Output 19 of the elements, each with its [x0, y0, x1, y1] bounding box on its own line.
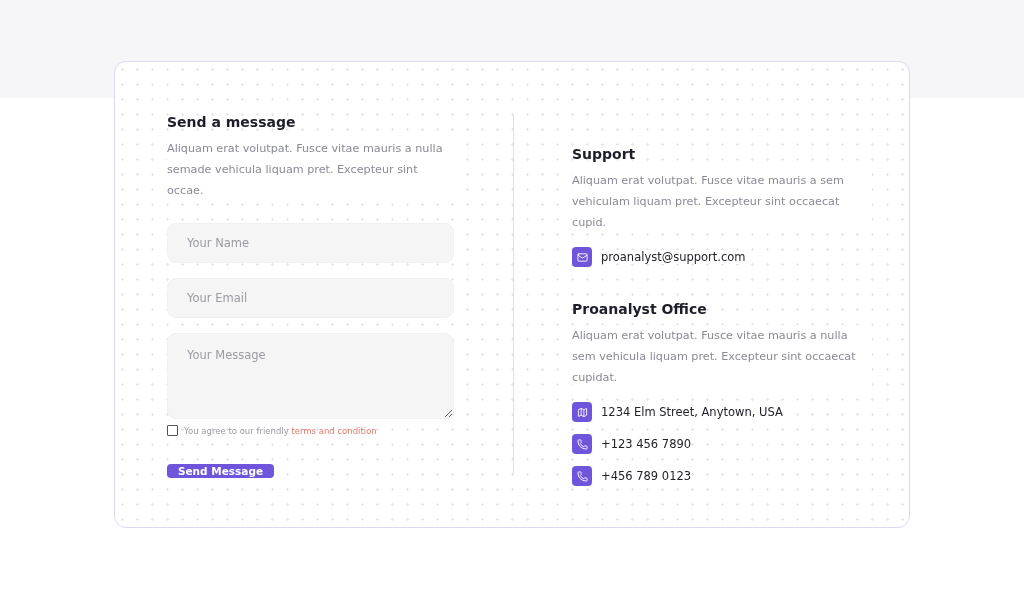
agreement-text: You agree to our friendly terms and condition — [184, 425, 377, 436]
message-field[interactable]: Your Message — [167, 333, 454, 419]
contact-text: +123 456 7890 — [601, 437, 692, 451]
section-title: Proanalyst Office — [572, 301, 708, 317]
input-field[interactable]: Your Name — [167, 223, 454, 263]
section-description: Aliquam erat volutpat. Fusce vitae mauris a nulla sem vehicula liquam pret. Excepteur sint occaecat cupidat. — [572, 325, 872, 388]
map-icon — [572, 402, 592, 422]
mail-icon — [572, 247, 592, 267]
input-field[interactable]: Your Email — [167, 278, 454, 318]
section-title: Support — [572, 146, 637, 162]
checkbox[interactable] — [167, 425, 178, 436]
send-button[interactable]: Send Message — [167, 464, 274, 478]
terms-link[interactable]: terms and condition — [291, 425, 377, 436]
contact-text: 1234 Elm Street, Anytown, USA — [601, 405, 783, 419]
contact-text: +456 789 0123 — [601, 469, 692, 483]
phone-icon — [572, 466, 592, 486]
form-title: Send a message — [167, 114, 297, 130]
phone-icon — [572, 434, 592, 454]
contact-text: proanalyst@support.com — [601, 250, 746, 264]
